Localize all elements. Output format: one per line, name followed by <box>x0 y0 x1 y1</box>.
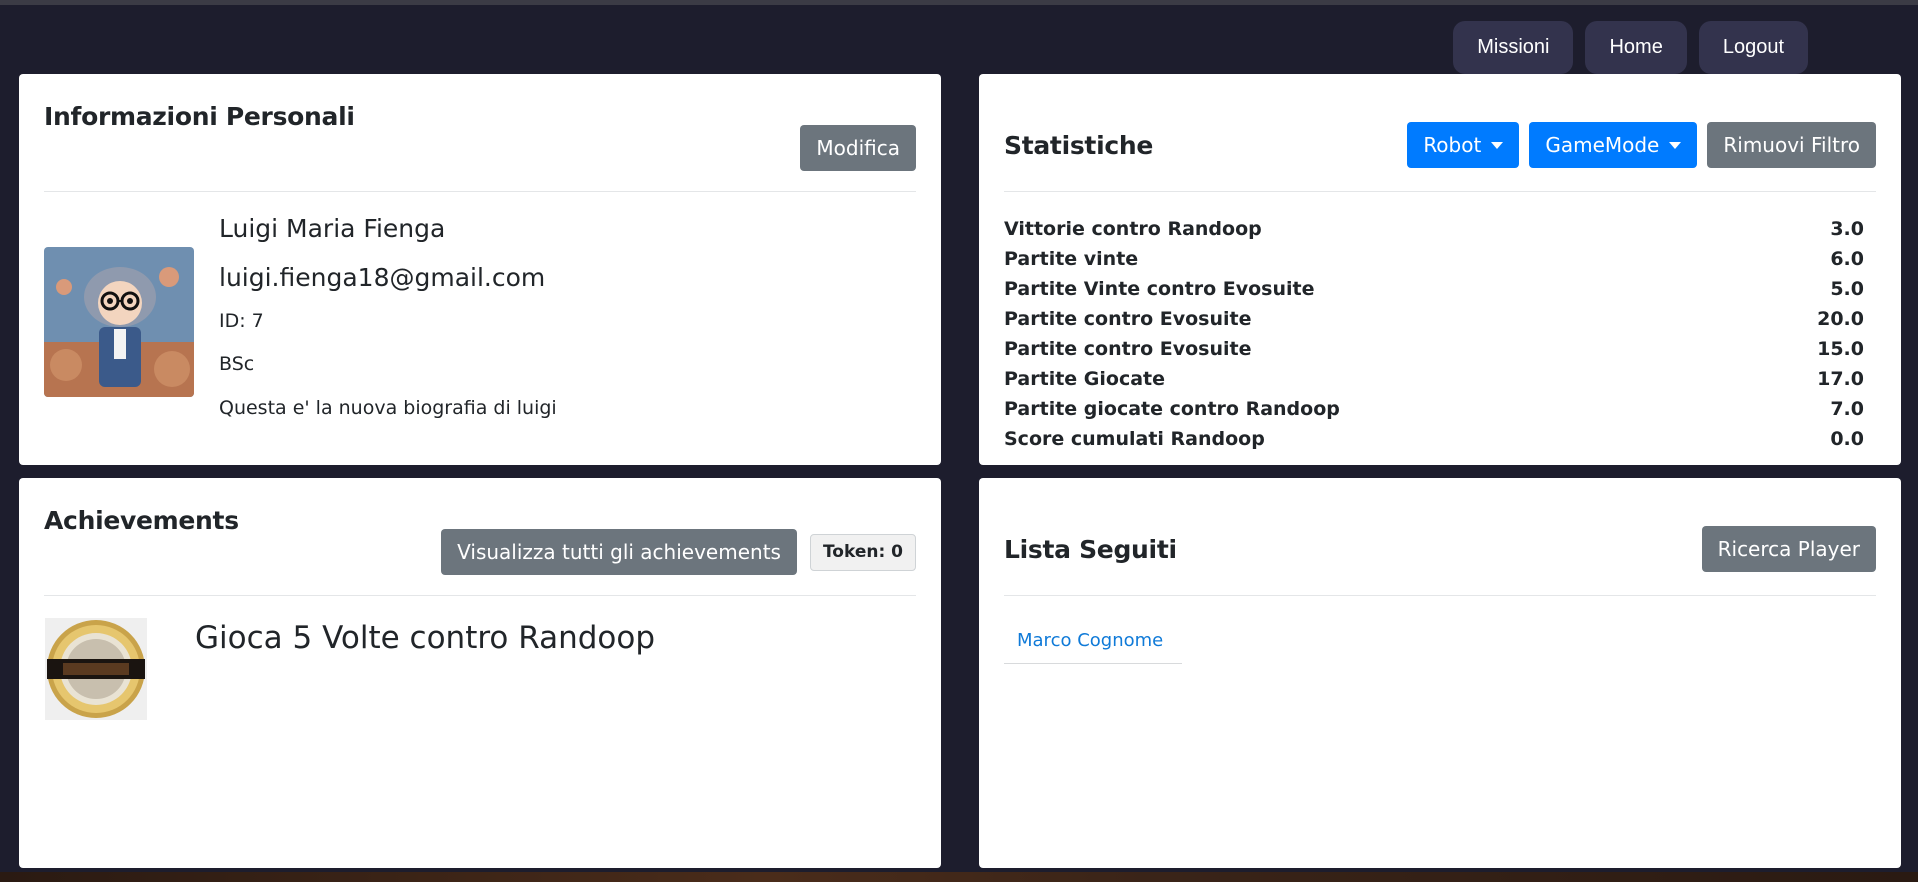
stat-value: 5.0 <box>1830 278 1864 300</box>
stat-value: 17.0 <box>1817 368 1864 390</box>
view-all-achievements-button[interactable]: Visualizza tutti gli achievements <box>441 529 797 575</box>
profile-name: Luigi Maria Fienga <box>219 214 446 243</box>
statistics-title: Statistiche <box>1004 130 1154 160</box>
stat-label: Partite Vinte contro Evosuite <box>1004 278 1315 300</box>
remove-filter-button[interactable]: Rimuovi Filtro <box>1707 122 1876 168</box>
stat-row: Partite Giocate 17.0 <box>1004 364 1876 394</box>
achievement-title: Gioca 5 Volte contro Randoop <box>195 620 656 656</box>
profile-email: luigi.fienga18@gmail.com <box>219 263 546 292</box>
stat-label: Score cumulati Randoop <box>1004 428 1265 450</box>
window-top-border <box>0 0 1918 5</box>
logout-button[interactable]: Logout <box>1698 21 1808 74</box>
statistics-list[interactable]: Vittorie contro Randoop 3.0 Partite vinte 6… <box>1004 214 1876 462</box>
gamemode-filter-label: GameMode <box>1545 133 1660 157</box>
gamemode-filter-dropdown[interactable]: GameMode <box>1529 122 1698 168</box>
stat-label: Partite contro Evosuite <box>1004 338 1252 360</box>
avatar <box>44 247 194 397</box>
achievement-item: Gioca 5 Volte contro Randoop <box>44 618 916 720</box>
stat-row: Partite contro Evosuite 15.0 <box>1004 334 1876 364</box>
robot-filter-dropdown[interactable]: Robot <box>1407 122 1520 168</box>
stat-value: 3.0 <box>1830 218 1864 240</box>
followed-player-link[interactable]: Marco Cognome <box>1004 618 1182 664</box>
avatar-illustration-icon <box>44 247 194 397</box>
stat-value: 15.0 <box>1817 338 1864 360</box>
stat-value: 7.0 <box>1830 398 1864 420</box>
profile-text: Luigi Maria Fienga luigi.fienga18@gmail.… <box>219 214 557 419</box>
statistics-filters: Robot GameMode Rimuovi Filtro <box>1407 122 1876 168</box>
missions-button[interactable]: Missioni <box>1453 21 1574 74</box>
home-button[interactable]: Home <box>1585 21 1687 74</box>
stat-label: Partite vinte <box>1004 248 1139 270</box>
profile-details: Luigi Maria Fienga luigi.fienga18@gmail.… <box>44 214 916 419</box>
stat-label: Partite contro Evosuite <box>1004 308 1252 330</box>
stat-row: Partite vinte 6.0 <box>1004 244 1876 274</box>
following-header: Lista Seguiti Ricerca Player <box>1004 503 1876 596</box>
stat-row: Partite contro Evosuite 20.0 <box>1004 304 1876 334</box>
achievements-actions: Visualizza tutti gli achievements Token:… <box>441 529 916 575</box>
personal-info-card: Informazioni Personali Modifica Luigi Ma… <box>19 74 941 465</box>
following-title: Lista Seguiti <box>1004 534 1177 564</box>
statistics-header: Statistiche Robot GameMode Rimuovi Filtr… <box>1004 99 1876 192</box>
edit-profile-button[interactable]: Modifica <box>800 125 916 171</box>
stat-row: Vittorie contro Randoop 3.0 <box>1004 214 1876 244</box>
achievements-card: Achievements Visualizza tutti gli achiev… <box>19 478 941 868</box>
following-list: Marco Cognome <box>1004 618 1876 664</box>
stat-label: Partite giocate contro Randoop <box>1004 398 1340 420</box>
stat-label: Partite Giocate <box>1004 368 1165 390</box>
stat-row: Partite Vinte contro Evosuite 5.0 <box>1004 274 1876 304</box>
personal-info-title: Informazioni Personali <box>44 102 355 131</box>
statistics-card: Statistiche Robot GameMode Rimuovi Filtr… <box>979 74 1901 465</box>
stat-label: Vittorie contro Randoop <box>1004 218 1262 240</box>
robot-filter-label: Robot <box>1423 133 1482 157</box>
profile-degree: BSc <box>219 353 255 375</box>
personal-info-header: Informazioni Personali Modifica <box>44 99 916 192</box>
stat-row: Score cumulati Randoop 0.0 <box>1004 424 1876 454</box>
chevron-down-icon <box>1491 141 1504 149</box>
top-nav: Missioni Home Logout <box>1453 21 1808 74</box>
stat-value: 20.0 <box>1817 308 1864 330</box>
stat-value: 0.0 <box>1830 428 1864 450</box>
profile-id: ID: 7 <box>219 310 264 332</box>
token-badge: Token: 0 <box>809 533 916 571</box>
achievements-title: Achievements <box>44 506 239 535</box>
profile-bio: Questa e' la nuova biografia di luigi <box>219 397 557 419</box>
medal-icon <box>45 618 147 720</box>
search-player-button[interactable]: Ricerca Player <box>1701 526 1876 572</box>
stat-row: Partite giocate contro Randoop 7.0 <box>1004 394 1876 424</box>
achievements-header: Achievements Visualizza tutti gli achiev… <box>44 503 916 596</box>
window-bottom-edge <box>0 872 1918 882</box>
stat-value: 6.0 <box>1830 248 1864 270</box>
following-card: Lista Seguiti Ricerca Player Marco Cogno… <box>979 478 1901 868</box>
chevron-down-icon <box>1669 141 1682 149</box>
